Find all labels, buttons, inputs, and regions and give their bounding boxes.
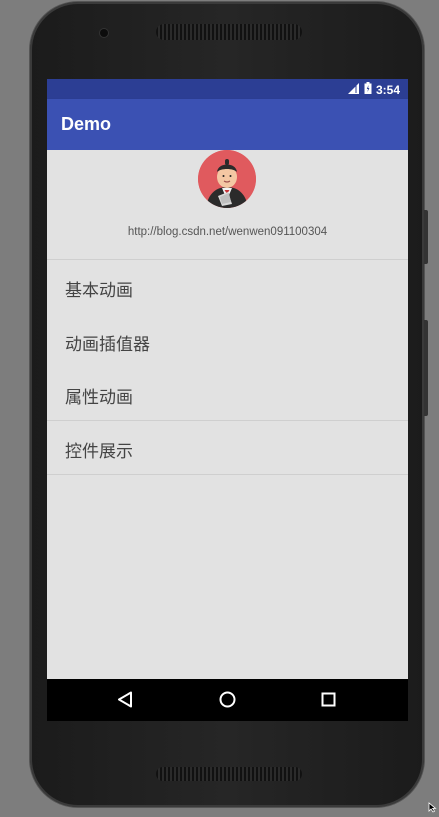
app-bar: Demo	[47, 99, 408, 150]
front-camera	[100, 29, 108, 37]
menu-item-basic-animation[interactable]: 基本动画	[47, 261, 408, 314]
screen: 3:54 Demo http://blog.csdn.net/wenwen091…	[47, 79, 408, 721]
header-url[interactable]: http://blog.csdn.net/wenwen091100304	[47, 226, 408, 238]
menu-item-label: 动画插值器	[65, 335, 150, 355]
menu-item-label: 控件展示	[65, 442, 133, 462]
header-divider	[47, 259, 408, 260]
back-icon[interactable]	[117, 691, 133, 712]
volume-button[interactable]	[424, 210, 428, 264]
status-time: 3:54	[375, 82, 400, 97]
menu-item-label: 基本动画	[65, 281, 133, 301]
battery-icon	[364, 82, 372, 97]
bottom-speaker	[156, 767, 302, 781]
menu-item-property-animation[interactable]: 属性动画	[47, 368, 408, 421]
mouse-cursor-icon	[428, 798, 439, 817]
top-speaker	[156, 24, 302, 40]
power-button[interactable]	[424, 320, 428, 416]
menu-divider	[47, 420, 408, 421]
recents-icon[interactable]	[321, 692, 336, 711]
app-title: Demo	[61, 114, 112, 134]
menu-item-interpolator[interactable]: 动画插值器	[47, 315, 408, 368]
menu-bottom-divider	[47, 474, 408, 475]
menu-item-widgets[interactable]: 控件展示	[47, 422, 408, 475]
menu-item-label: 属性动画	[65, 388, 133, 408]
home-icon[interactable]	[219, 691, 236, 712]
signal-icon	[347, 82, 360, 97]
avatar[interactable]	[198, 150, 256, 208]
drawer-header: http://blog.csdn.net/wenwen091100304	[47, 150, 408, 259]
status-bar: 3:54	[47, 79, 408, 99]
navigation-bar	[47, 679, 408, 721]
